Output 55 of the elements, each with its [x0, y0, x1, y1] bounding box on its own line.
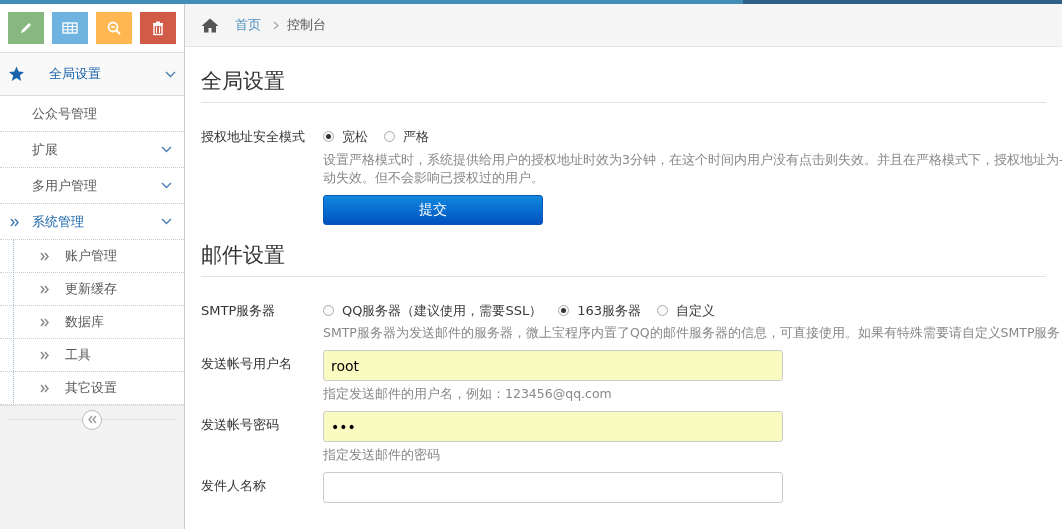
radio-option[interactable]: 自定义 — [657, 300, 716, 321]
sidebar-item[interactable]: 公众号管理 — [0, 96, 184, 132]
radio-button[interactable] — [558, 305, 570, 317]
sidebar-item[interactable]: 扩展 — [0, 132, 184, 168]
help-text: 指定发送邮件的用户名，例如：123456@qq.com — [323, 385, 613, 404]
chevron-down-icon — [165, 70, 176, 78]
zoom-out-icon — [106, 20, 122, 36]
pencil-icon — [18, 20, 34, 36]
chevron-down-icon — [161, 218, 172, 225]
section-title: 邮件设置 — [201, 242, 1046, 277]
chevron-right-icon — [273, 20, 279, 30]
help-text: 设置严格模式时，系统提供给用户的授权地址时效为3分钟，在这个时间内用户没有点击则失效。并且在严格模式下，授权地址为- — [323, 150, 1062, 169]
double-chevron-icon — [40, 284, 49, 294]
sidebar-item[interactable]: 多用户管理 — [0, 168, 184, 204]
sidebar-item[interactable]: 全局设置 — [0, 52, 184, 96]
radio-button[interactable] — [323, 305, 334, 317]
double-chevron-icon — [40, 383, 49, 393]
double-chevron-icon — [40, 317, 49, 327]
field-label: 发送帐号用户名 — [201, 355, 293, 374]
input-field[interactable]: root — [323, 350, 783, 382]
radio-button[interactable] — [657, 305, 669, 317]
radio-option[interactable]: QQ服务器（建议使用，需要SSL） — [323, 300, 543, 321]
double-chevron-icon — [40, 251, 49, 261]
radio-button[interactable] — [323, 131, 334, 143]
radio-button[interactable] — [384, 131, 395, 143]
home-icon — [201, 17, 219, 33]
collapse-button[interactable] — [82, 409, 102, 430]
submit-button[interactable]: 提交 — [323, 194, 543, 225]
field-label: 发送帐号密码 — [201, 416, 280, 435]
zoom-out-button[interactable] — [96, 12, 132, 44]
sidebar-item[interactable]: 系统管理 — [0, 204, 184, 240]
chevron-down-icon — [161, 146, 172, 153]
double-chevron-left-icon — [87, 415, 97, 424]
grid-button[interactable] — [52, 12, 88, 44]
field-label: SMTP服务器 — [201, 301, 277, 320]
section-title: 全局设置 — [201, 69, 1046, 104]
star-icon — [8, 66, 25, 82]
chevron-down-icon — [161, 182, 172, 189]
field-label: 发件人名称 — [201, 477, 267, 496]
breadcrumb-text: 控制台 — [287, 16, 326, 35]
field-label: 授权地址安全模式 — [201, 128, 306, 147]
double-chevron-icon — [40, 350, 49, 360]
radio-option[interactable]: 163服务器 — [558, 300, 642, 321]
help-text: 动失效。但不会影响已授权过的用户。 — [323, 168, 545, 187]
help-text: 指定发送邮件的密码 — [323, 446, 441, 465]
double-chevron-icon — [10, 218, 19, 227]
trash-button[interactable] — [140, 12, 176, 44]
input-field[interactable] — [323, 472, 783, 504]
trash-icon — [150, 20, 166, 36]
radio-option[interactable]: 严格 — [384, 127, 429, 147]
input-field[interactable]: ••• — [323, 411, 783, 443]
grid-icon — [62, 20, 78, 36]
help-text: SMTP服务器为发送邮件的服务器，微上宝程序内置了QQ的邮件服务器的信息，可直接使用。如果有特殊需要请自定义SMTP服务 — [323, 324, 1061, 343]
radio-option[interactable]: 宽松 — [323, 127, 368, 147]
pencil-button[interactable] — [8, 12, 44, 44]
